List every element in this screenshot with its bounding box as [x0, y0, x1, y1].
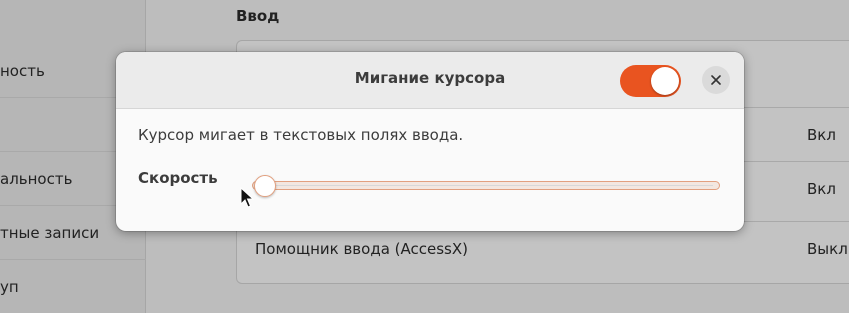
- sidebar-item-5[interactable]: уп: [0, 260, 146, 313]
- cursor-blink-dialog: Мигание курсора Курсор мигает в текстовы…: [116, 52, 744, 231]
- row-value: Выкл: [807, 239, 848, 258]
- row-label: Помощник ввода (AccessX): [255, 239, 468, 258]
- row-value: Вкл: [807, 179, 836, 198]
- toggle-knob[interactable]: [651, 67, 679, 95]
- close-icon: [711, 75, 721, 85]
- close-button[interactable]: [702, 66, 730, 94]
- sidebar-item-label: тные записи: [0, 223, 100, 242]
- sidebar-item-label: альность: [0, 169, 73, 188]
- section-title: Ввод: [236, 7, 280, 25]
- speed-label: Скорость: [138, 169, 218, 187]
- speed-slider[interactable]: [252, 172, 720, 200]
- slider-track-line: [259, 185, 713, 186]
- sidebar-item-label: уп: [0, 278, 19, 296]
- mouse-pointer-icon: [240, 187, 254, 208]
- slider-trough[interactable]: [252, 181, 720, 190]
- row-value: Вкл: [807, 125, 836, 144]
- dialog-description: Курсор мигает в текстовых полях ввода.: [138, 126, 464, 144]
- cursor-blink-toggle[interactable]: [620, 65, 681, 97]
- sidebar-item-label: ность: [0, 61, 45, 80]
- slider-handle[interactable]: [254, 175, 276, 197]
- dialog-header: Мигание курсора: [116, 52, 744, 109]
